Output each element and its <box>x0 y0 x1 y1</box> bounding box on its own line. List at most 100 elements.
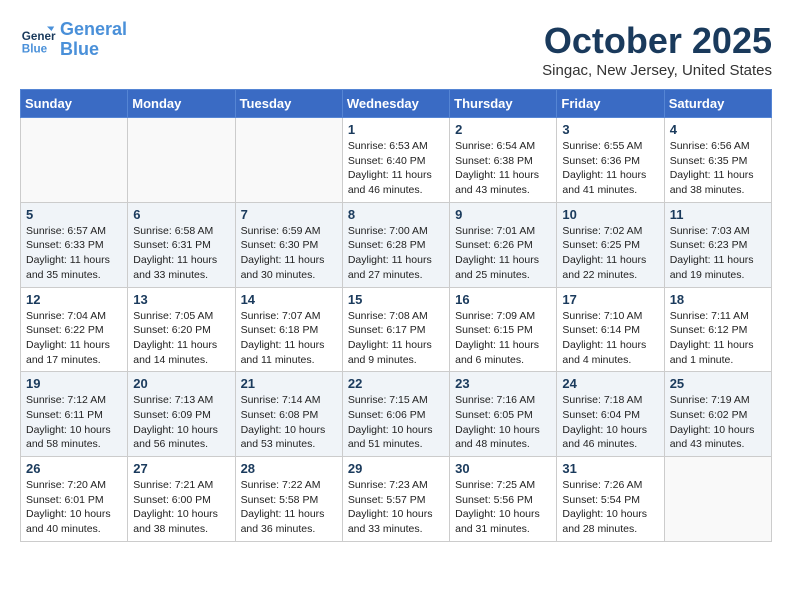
day-number: 19 <box>26 376 122 391</box>
day-info: Sunrise: 7:22 AM Sunset: 5:58 PM Dayligh… <box>241 478 337 537</box>
day-info: Sunrise: 7:21 AM Sunset: 6:00 PM Dayligh… <box>133 478 229 537</box>
logo-text: GeneralBlue <box>60 20 127 60</box>
calendar-cell: 15 Sunrise: 7:08 AM Sunset: 6:17 PM Dayli… <box>342 287 449 372</box>
day-info: Sunrise: 7:10 AM Sunset: 6:14 PM Dayligh… <box>562 309 658 368</box>
day-number: 9 <box>455 207 551 222</box>
day-info: Sunrise: 7:14 AM Sunset: 6:08 PM Dayligh… <box>241 393 337 452</box>
day-info: Sunrise: 6:56 AM Sunset: 6:35 PM Dayligh… <box>670 139 766 198</box>
calendar-cell: 9 Sunrise: 7:01 AM Sunset: 6:26 PM Daylig… <box>450 202 557 287</box>
day-info: Sunrise: 7:01 AM Sunset: 6:26 PM Dayligh… <box>455 224 551 283</box>
calendar-header-sunday: Sunday <box>21 90 128 118</box>
calendar-cell: 2Sunrise: 6:54 AM Sunset: 6:38 PM Daylig… <box>450 118 557 203</box>
calendar-cell: 1 Sunrise: 6:53 AM Sunset: 6:40 PM Daylig… <box>342 118 449 203</box>
calendar-cell: 22Sunrise: 7:15 AM Sunset: 6:06 PM Dayli… <box>342 372 449 457</box>
calendar-cell: 14 Sunrise: 7:07 AM Sunset: 6:18 PM Dayli… <box>235 287 342 372</box>
calendar-header-wednesday: Wednesday <box>342 90 449 118</box>
location: Singac, New Jersey, United States <box>542 62 772 79</box>
calendar-cell: 19 Sunrise: 7:12 AM Sunset: 6:11 PM Dayli… <box>21 372 128 457</box>
calendar-week-row: 19 Sunrise: 7:12 AM Sunset: 6:11 PM Dayli… <box>21 372 772 457</box>
calendar-table: SundayMondayTuesdayWednesdayThursdayFrid… <box>20 89 772 542</box>
calendar-cell: 3 Sunrise: 6:55 AM Sunset: 6:36 PM Daylig… <box>557 118 664 203</box>
day-info: Sunrise: 7:15 AM Sunset: 6:06 PM Dayligh… <box>348 393 444 452</box>
day-number: 6 <box>133 207 229 222</box>
calendar-cell: 6 Sunrise: 6:58 AM Sunset: 6:31 PM Daylig… <box>128 202 235 287</box>
svg-text:General: General <box>22 30 56 43</box>
calendar-week-row: 26 Sunrise: 7:20 AM Sunset: 6:01 PM Dayli… <box>21 457 772 542</box>
day-info: Sunrise: 7:23 AM Sunset: 5:57 PM Dayligh… <box>348 478 444 537</box>
day-number: 26 <box>26 461 122 476</box>
day-info: Sunrise: 7:25 AM Sunset: 5:56 PM Dayligh… <box>455 478 551 537</box>
svg-text:Blue: Blue <box>22 42 48 55</box>
day-number: 8 <box>348 207 444 222</box>
day-number: 1 <box>348 122 444 137</box>
calendar-cell: 13 Sunrise: 7:05 AM Sunset: 6:20 PM Dayli… <box>128 287 235 372</box>
calendar-cell <box>664 457 771 542</box>
day-number: 16 <box>455 292 551 307</box>
calendar-cell: 26 Sunrise: 7:20 AM Sunset: 6:01 PM Dayli… <box>21 457 128 542</box>
calendar-week-row: 12 Sunrise: 7:04 AM Sunset: 6:22 PM Dayli… <box>21 287 772 372</box>
day-info: Sunrise: 7:03 AM Sunset: 6:23 PM Dayligh… <box>670 224 766 283</box>
day-info: Sunrise: 7:11 AM Sunset: 6:12 PM Dayligh… <box>670 309 766 368</box>
month-title: October 2025 <box>542 20 772 62</box>
calendar-cell: 17Sunrise: 7:10 AM Sunset: 6:14 PM Dayli… <box>557 287 664 372</box>
calendar-cell: 18 Sunrise: 7:11 AM Sunset: 6:12 PM Dayli… <box>664 287 771 372</box>
calendar-cell: 12 Sunrise: 7:04 AM Sunset: 6:22 PM Dayli… <box>21 287 128 372</box>
day-number: 12 <box>26 292 122 307</box>
day-number: 21 <box>241 376 337 391</box>
calendar-week-row: 5 Sunrise: 6:57 AM Sunset: 6:33 PM Daylig… <box>21 202 772 287</box>
title-block: October 2025 Singac, New Jersey, United … <box>542 20 772 79</box>
calendar-header-tuesday: Tuesday <box>235 90 342 118</box>
day-info: Sunrise: 7:09 AM Sunset: 6:15 PM Dayligh… <box>455 309 551 368</box>
calendar-cell: 29 Sunrise: 7:23 AM Sunset: 5:57 PM Dayli… <box>342 457 449 542</box>
calendar-week-row: 1 Sunrise: 6:53 AM Sunset: 6:40 PM Daylig… <box>21 118 772 203</box>
day-info: Sunrise: 7:07 AM Sunset: 6:18 PM Dayligh… <box>241 309 337 368</box>
day-info: Sunrise: 6:58 AM Sunset: 6:31 PM Dayligh… <box>133 224 229 283</box>
calendar-cell <box>235 118 342 203</box>
calendar-cell: 10 Sunrise: 7:02 AM Sunset: 6:25 PM Dayli… <box>557 202 664 287</box>
day-number: 7 <box>241 207 337 222</box>
day-info: Sunrise: 7:08 AM Sunset: 6:17 PM Dayligh… <box>348 309 444 368</box>
day-info: Sunrise: 7:18 AM Sunset: 6:04 PM Dayligh… <box>562 393 658 452</box>
calendar-cell: 24 Sunrise: 7:18 AM Sunset: 6:04 PM Dayli… <box>557 372 664 457</box>
calendar-cell <box>128 118 235 203</box>
day-info: Sunrise: 7:05 AM Sunset: 6:20 PM Dayligh… <box>133 309 229 368</box>
day-number: 20 <box>133 376 229 391</box>
day-number: 23 <box>455 376 551 391</box>
day-info: Sunrise: 7:04 AM Sunset: 6:22 PM Dayligh… <box>26 309 122 368</box>
day-number: 11 <box>670 207 766 222</box>
day-info: Sunrise: 6:55 AM Sunset: 6:36 PM Dayligh… <box>562 139 658 198</box>
calendar-cell: 16 Sunrise: 7:09 AM Sunset: 6:15 PM Dayli… <box>450 287 557 372</box>
day-info: Sunrise: 7:12 AM Sunset: 6:11 PM Dayligh… <box>26 393 122 452</box>
calendar-cell: 11 Sunrise: 7:03 AM Sunset: 6:23 PM Dayli… <box>664 202 771 287</box>
day-number: 10 <box>562 207 658 222</box>
logo-icon: General Blue <box>20 22 56 58</box>
day-number: 3 <box>562 122 658 137</box>
day-number: 13 <box>133 292 229 307</box>
day-number: 27 <box>133 461 229 476</box>
day-number: 14 <box>241 292 337 307</box>
day-number: 15 <box>348 292 444 307</box>
calendar-cell: 21 Sunrise: 7:14 AM Sunset: 6:08 PM Dayli… <box>235 372 342 457</box>
calendar-cell: 27 Sunrise: 7:21 AM Sunset: 6:00 PM Dayli… <box>128 457 235 542</box>
calendar-cell: 5 Sunrise: 6:57 AM Sunset: 6:33 PM Daylig… <box>21 202 128 287</box>
day-info: Sunrise: 6:53 AM Sunset: 6:40 PM Dayligh… <box>348 139 444 198</box>
calendar-header-monday: Monday <box>128 90 235 118</box>
calendar-cell: 28Sunrise: 7:22 AM Sunset: 5:58 PM Dayli… <box>235 457 342 542</box>
day-number: 4 <box>670 122 766 137</box>
day-number: 30 <box>455 461 551 476</box>
logo: General Blue GeneralBlue <box>20 20 127 60</box>
day-number: 29 <box>348 461 444 476</box>
day-info: Sunrise: 7:19 AM Sunset: 6:02 PM Dayligh… <box>670 393 766 452</box>
calendar-cell: 20Sunrise: 7:13 AM Sunset: 6:09 PM Dayli… <box>128 372 235 457</box>
day-info: Sunrise: 6:57 AM Sunset: 6:33 PM Dayligh… <box>26 224 122 283</box>
calendar-cell: 30 Sunrise: 7:25 AM Sunset: 5:56 PM Dayli… <box>450 457 557 542</box>
calendar-cell: 23 Sunrise: 7:16 AM Sunset: 6:05 PM Dayli… <box>450 372 557 457</box>
calendar-cell: 31Sunrise: 7:26 AM Sunset: 5:54 PM Dayli… <box>557 457 664 542</box>
day-number: 5 <box>26 207 122 222</box>
day-info: Sunrise: 7:02 AM Sunset: 6:25 PM Dayligh… <box>562 224 658 283</box>
calendar-cell: 4 Sunrise: 6:56 AM Sunset: 6:35 PM Daylig… <box>664 118 771 203</box>
day-info: Sunrise: 7:16 AM Sunset: 6:05 PM Dayligh… <box>455 393 551 452</box>
day-number: 18 <box>670 292 766 307</box>
day-number: 24 <box>562 376 658 391</box>
day-info: Sunrise: 7:20 AM Sunset: 6:01 PM Dayligh… <box>26 478 122 537</box>
